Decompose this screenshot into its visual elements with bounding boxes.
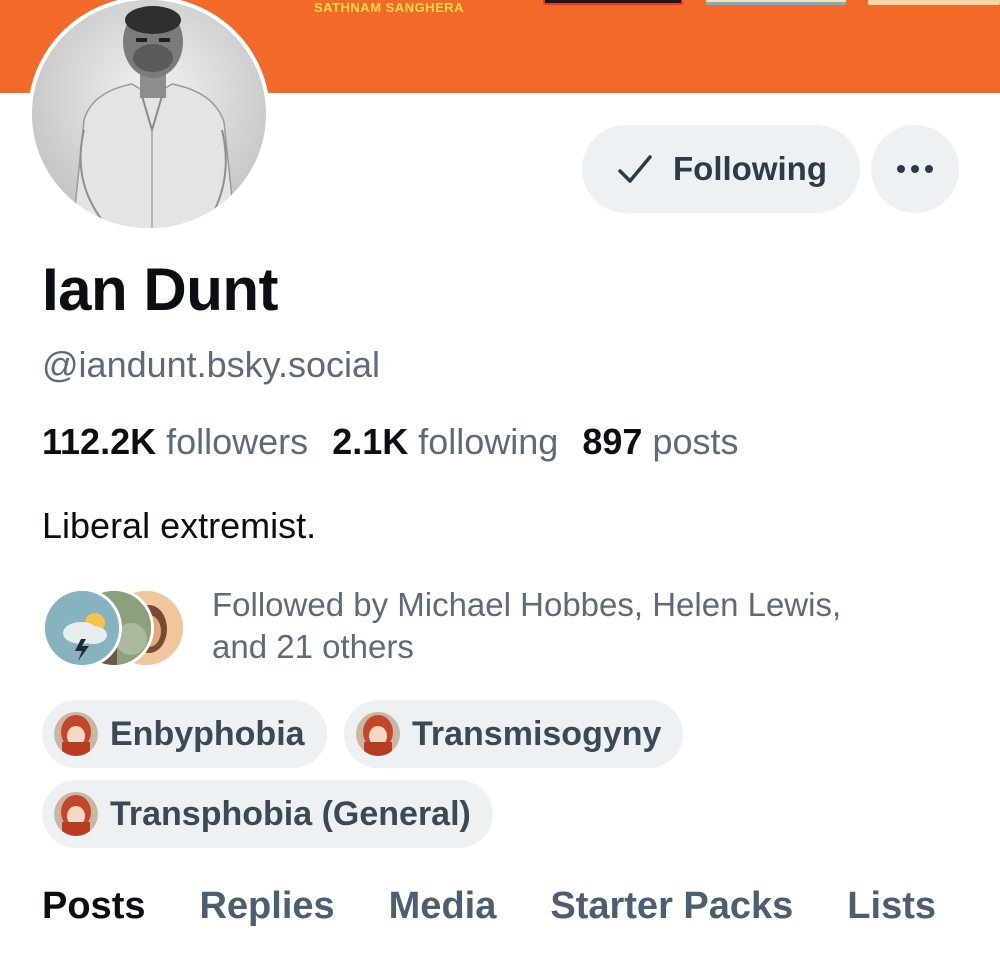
following-count: 2.1K xyxy=(332,421,409,462)
posts-stat: 897 posts xyxy=(582,421,738,462)
followed-by-line: and 21 others xyxy=(212,628,414,665)
followers-stat[interactable]: 112.2K followers xyxy=(42,421,308,462)
followed-by-text[interactable]: Followed by Michael Hobbes, Helen Lewis,… xyxy=(212,584,972,668)
follower-avatar xyxy=(42,588,122,668)
label-chip-transmisogyny[interactable]: Transmisogyny xyxy=(344,700,684,768)
label-chip-transphobia-general[interactable]: Transphobia (General) xyxy=(42,780,493,848)
tab-lists[interactable]: Lists xyxy=(847,885,936,928)
ellipsis-icon xyxy=(897,165,933,173)
followed-by-avatars[interactable] xyxy=(42,588,187,668)
label-chip-text: Transmisogyny xyxy=(412,714,662,753)
profile-photo xyxy=(32,0,266,228)
following-button-label: Following xyxy=(673,150,827,187)
followers-count: 112.2K xyxy=(42,421,157,462)
label-chip-text: Enbyphobia xyxy=(110,714,305,753)
followers-label: followers xyxy=(166,421,309,462)
label-chip-text: Transphobia (General) xyxy=(110,794,471,833)
profile-tabs: Posts Replies Media Starter Packs Lists xyxy=(42,885,936,928)
profile-stats: 112.2K followers 2.1K following 897 posts xyxy=(42,421,738,463)
posts-label: posts xyxy=(652,421,739,462)
profile-handle: @iandunt.bsky.social xyxy=(42,344,381,385)
more-options-button[interactable] xyxy=(871,125,959,213)
banner-book-cover xyxy=(543,0,683,5)
banner-author-text: SATHNAM SANGHERA xyxy=(314,0,465,15)
banner-book-cover xyxy=(706,0,846,5)
display-name: Ian Dunt xyxy=(42,256,278,323)
posts-count: 897 xyxy=(582,421,643,462)
profile-bio: Liberal extremist. xyxy=(42,505,317,546)
tab-posts[interactable]: Posts xyxy=(42,885,145,928)
anime-avatar-icon xyxy=(54,712,98,756)
banner-book-cover xyxy=(868,0,1000,5)
profile-avatar[interactable] xyxy=(28,0,270,232)
anime-avatar-icon xyxy=(356,712,400,756)
tab-media[interactable]: Media xyxy=(389,885,497,928)
tab-replies[interactable]: Replies xyxy=(199,885,334,928)
followed-by-line: Followed by Michael Hobbes, Helen Lewis, xyxy=(212,586,842,623)
label-chip-enbyphobia[interactable]: Enbyphobia xyxy=(42,700,327,768)
following-label: following xyxy=(418,421,559,462)
anime-avatar-icon xyxy=(54,792,98,836)
following-button[interactable]: Following xyxy=(582,125,860,213)
check-icon xyxy=(618,155,652,183)
tab-starter-packs[interactable]: Starter Packs xyxy=(550,885,793,928)
following-stat[interactable]: 2.1K following xyxy=(332,421,558,462)
